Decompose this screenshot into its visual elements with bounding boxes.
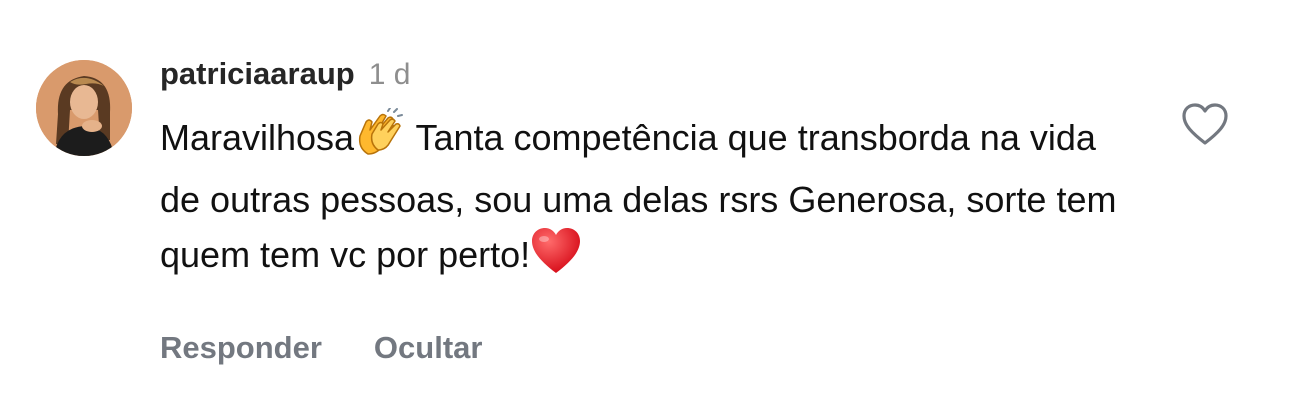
- avatar-photo: [36, 60, 132, 156]
- avatar[interactable]: [36, 60, 132, 156]
- heart-outline-icon: [1182, 103, 1228, 145]
- timestamp: 1 d: [368, 58, 411, 91]
- like-button[interactable]: [1180, 100, 1230, 150]
- username[interactable]: patriciaaraup: [160, 56, 355, 92]
- red-heart-icon: [530, 227, 582, 290]
- comment-meta: patriciaaraup 1 d: [160, 56, 1140, 104]
- reply-button[interactable]: Responder: [160, 330, 322, 366]
- comment-actions: Responder Ocultar: [160, 330, 482, 366]
- clapping-hands-icon: [354, 107, 406, 173]
- comment-text-part1: Maravilhosa: [160, 117, 355, 158]
- comment-text: Maravilhosa Tanta competência que transb…: [160, 107, 1120, 290]
- comment-item: patriciaaraup 1 d Maravilhosa Tanta comp…: [0, 0, 1290, 412]
- hide-button[interactable]: Ocultar: [374, 330, 483, 366]
- comment-content: patriciaaraup 1 d Maravilhosa Tanta comp…: [160, 56, 1140, 290]
